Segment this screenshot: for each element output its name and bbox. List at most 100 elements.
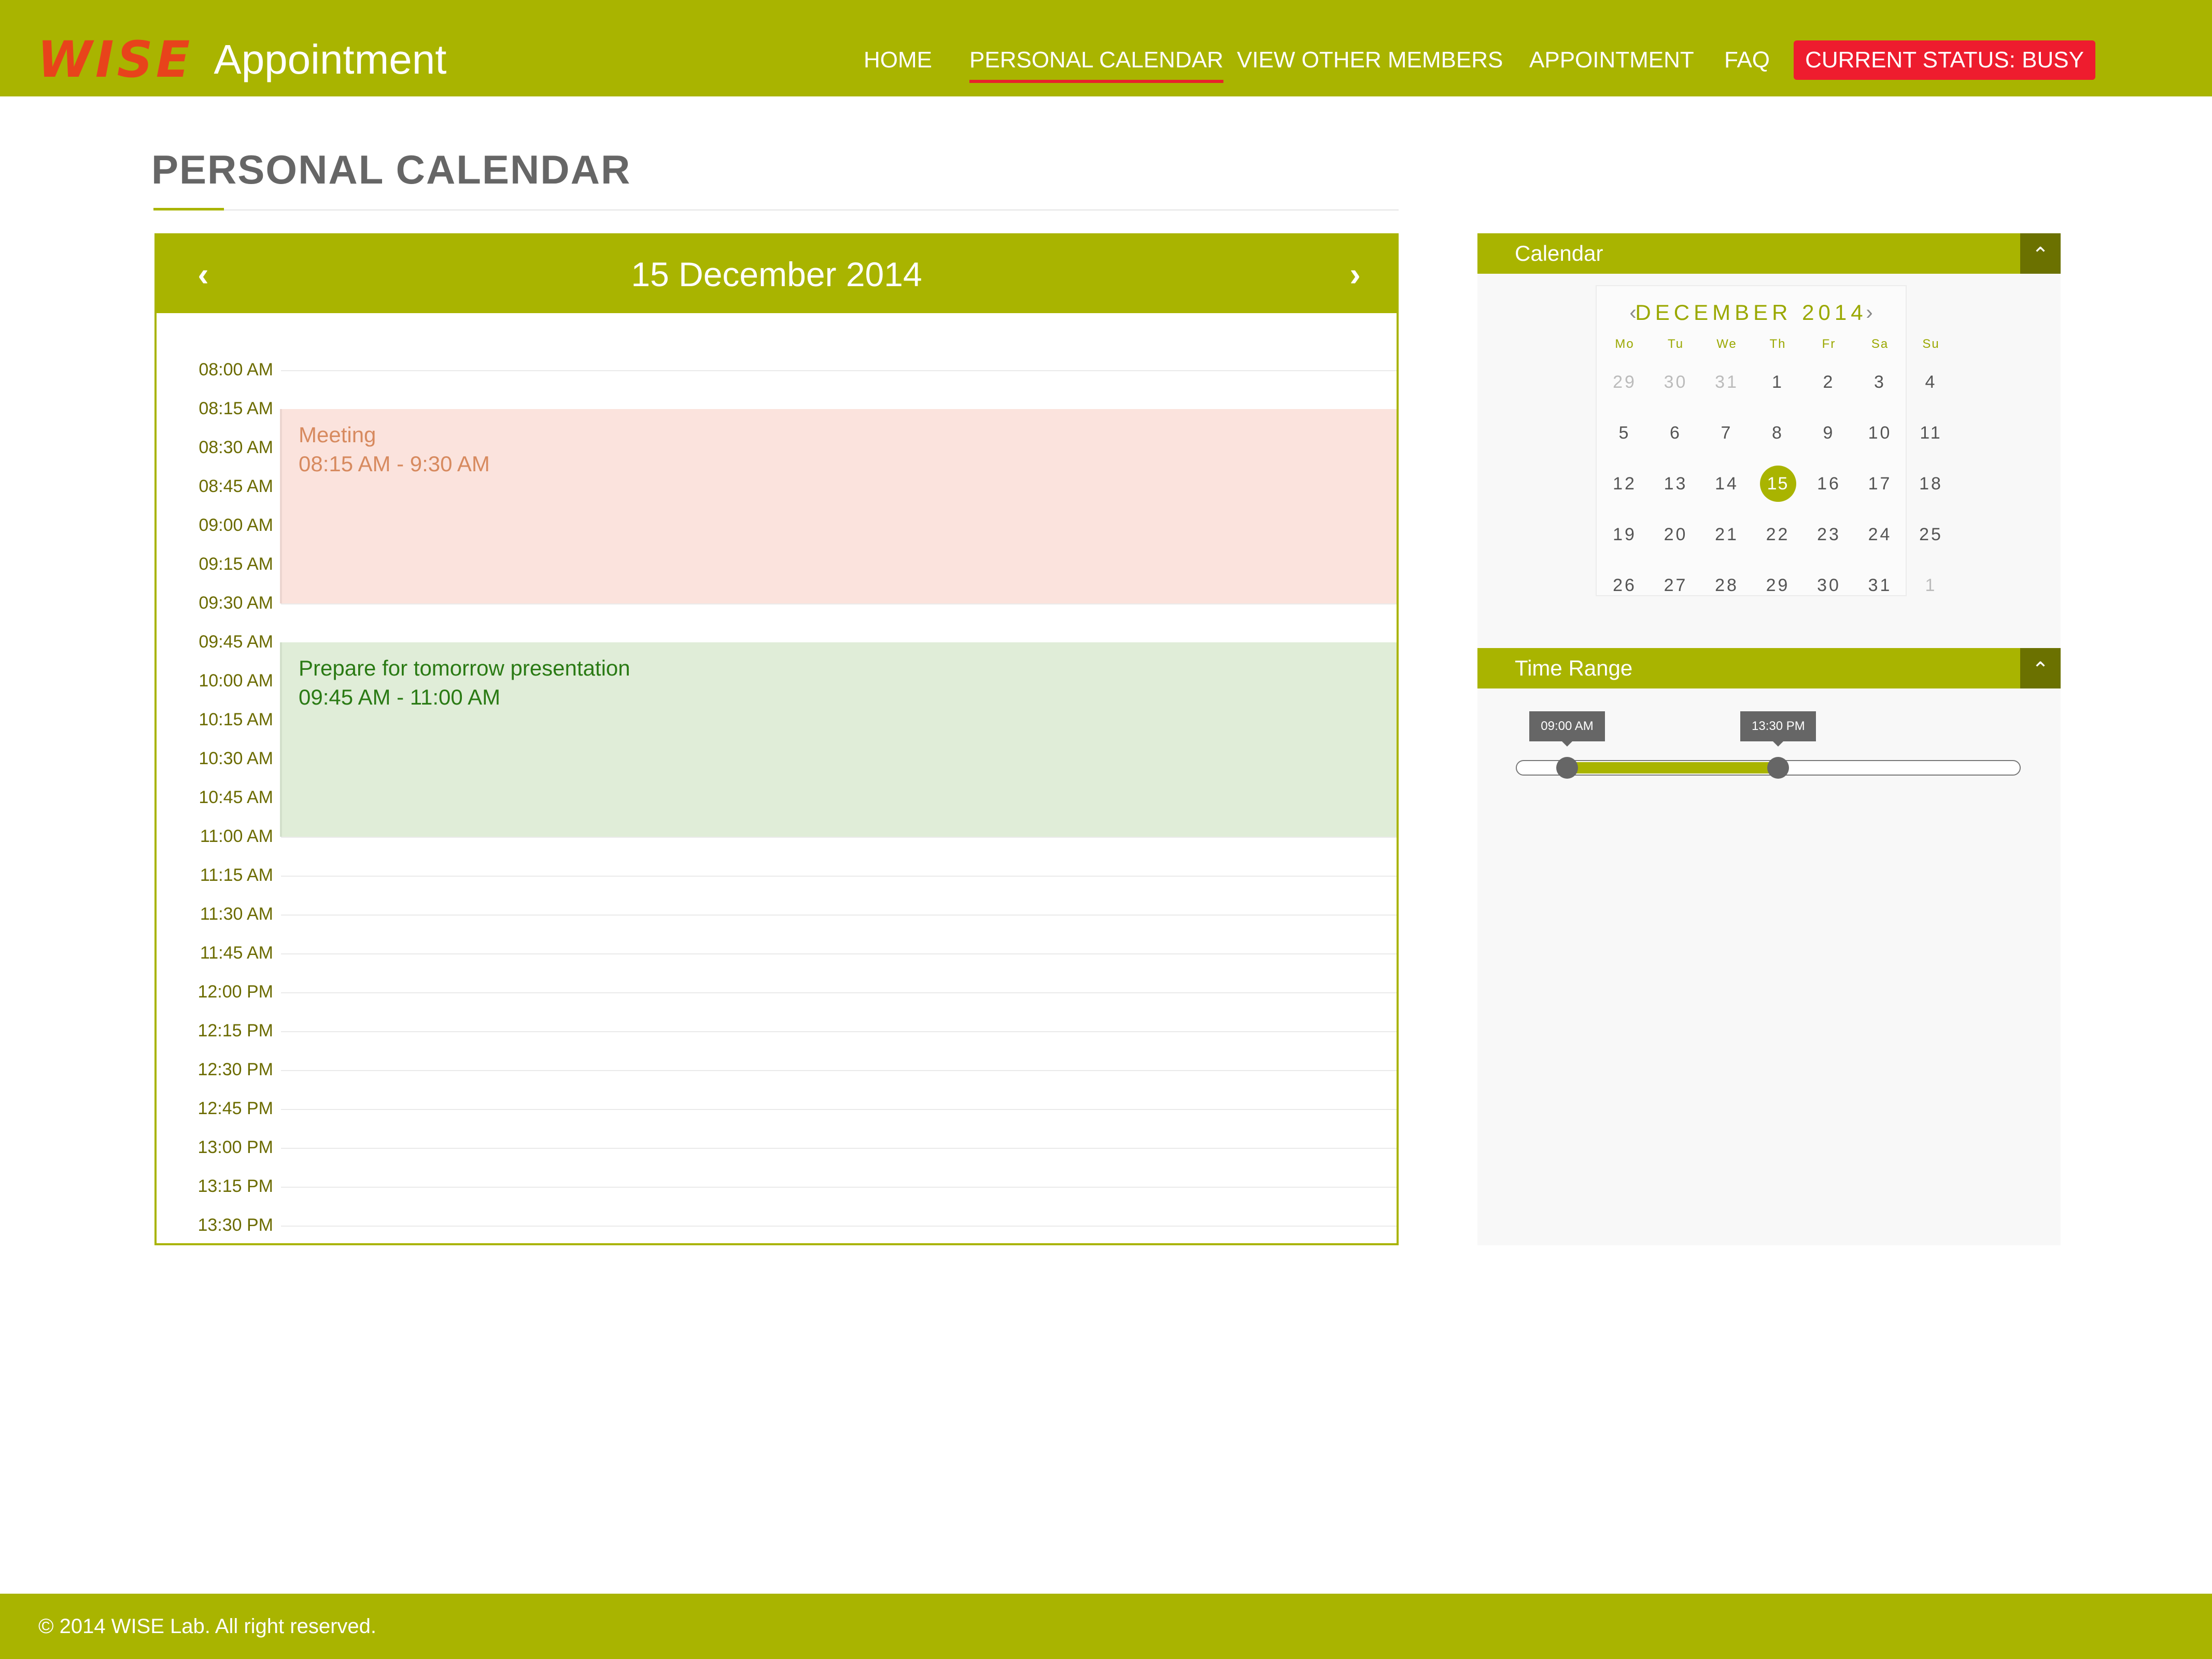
time-slot-line[interactable] [281,876,1397,877]
time-slot-line[interactable] [281,370,1397,371]
calendar-day[interactable]: 8 [1753,415,1804,451]
time-range-slider[interactable]: 09:00 AM 13:30 PM [1516,711,2021,779]
day-number: 17 [1868,474,1892,494]
calendar-day[interactable]: 1 [1753,364,1804,400]
calendar-day[interactable]: 14 [1701,466,1752,502]
time-slot-line[interactable] [281,1187,1397,1188]
title-divider [153,209,1399,210]
time-slot-line[interactable] [281,1148,1397,1149]
day-number: 6 [1670,423,1682,443]
calendar-day[interactable]: 9 [1804,415,1854,451]
calendar-day[interactable]: 10 [1855,415,1906,451]
day-number: 16 [1817,474,1841,494]
logo[interactable]: WISE Appointment [37,35,447,85]
time-slot-line[interactable] [281,1109,1397,1110]
range-end-handle[interactable]: 13:30 PM [1740,711,1816,779]
day-number: 18 [1919,474,1943,494]
collapse-calendar-icon[interactable]: ⌃ [2020,233,2061,274]
calendar-day[interactable]: 21 [1701,516,1752,553]
time-slot-label: 09:15 AM [199,554,273,574]
calendar-day[interactable]: 31 [1701,364,1752,400]
calendar-day[interactable]: 18 [1906,466,1956,502]
calendar-day[interactable]: 13 [1651,466,1701,502]
mini-next-month-icon[interactable]: › [1854,294,1885,331]
time-slot-label: 08:15 AM [199,399,273,418]
day-number: 27 [1664,575,1688,595]
time-slot-line[interactable] [281,837,1397,838]
time-slot-line[interactable] [281,1031,1397,1032]
calendar-day[interactable]: 24 [1855,516,1906,553]
time-slot-line[interactable] [281,1226,1397,1227]
day-date: 15 December 2014 [631,255,922,293]
nav-personal-calendar[interactable]: PERSONAL CALENDAR [969,41,1223,83]
mini-calendar: ‹ DECEMBER 2014 › Mo Tu We Th Fr Sa Su 29 30 31 1 2… [1596,285,1941,596]
calendar-day[interactable]: 5 [1599,415,1650,451]
nav-faq[interactable]: FAQ [1724,41,1770,79]
calendar-day[interactable]: 19 [1599,516,1650,553]
collapse-time-range-icon[interactable]: ⌃ [2020,648,2061,688]
calendar-day[interactable]: 16 [1804,466,1854,502]
time-slot-line[interactable] [281,1070,1397,1071]
day-number: 3 [1874,372,1886,392]
calendar-day[interactable]: 3 [1855,364,1906,400]
range-start-handle[interactable]: 09:00 AM [1529,711,1605,779]
time-range-panel-title: Time Range [1515,656,1633,680]
time-slot-label: 13:30 PM [198,1215,273,1235]
day-number: 14 [1715,474,1739,494]
time-slot-line[interactable] [281,915,1397,916]
time-slot-label: 10:00 AM [199,671,273,691]
calendar-day[interactable]: 20 [1651,516,1701,553]
time-slot-label: 12:45 PM [198,1099,273,1118]
day-number: 31 [1868,575,1892,595]
time-slot-label: 11:45 AM [200,943,273,963]
calendar-day[interactable]: 7 [1701,415,1752,451]
calendar-event[interactable]: Prepare for tomorrow presentation 09:45 A… [280,642,1397,837]
day-number: 5 [1618,423,1631,443]
day-number: 1 [1925,575,1937,595]
time-slot-label: 12:30 PM [198,1060,273,1079]
time-slot-label: 10:30 AM [199,749,273,768]
calendar-day[interactable]: 22 [1753,516,1804,553]
nav-home[interactable]: HOME [864,41,932,79]
calendar-panel-header: Calendar ⌃ [1477,233,2061,274]
calendar-day[interactable]: 30 [1651,364,1701,400]
calendar-day[interactable]: 26 [1599,567,1650,603]
time-slot-line[interactable] [281,992,1397,993]
calendar-panel-title: Calendar [1515,241,1603,265]
time-slot-line[interactable] [281,603,1397,604]
next-day-icon[interactable]: › [1334,235,1376,313]
calendar-day[interactable]: 27 [1651,567,1701,603]
day-number: 29 [1766,575,1790,595]
day-number: 15 [1759,466,1796,502]
calendar-day[interactable]: 1 [1906,567,1956,603]
calendar-day[interactable]: 30 [1804,567,1854,603]
calendar-day[interactable]: 11 [1906,415,1956,451]
nav-view-other-members[interactable]: VIEW OTHER MEMBERS [1237,41,1503,79]
calendar-day[interactable]: 12 [1599,466,1650,502]
calendar-day[interactable]: 2 [1804,364,1854,400]
weekday-label: Fr [1822,337,1836,351]
time-slot-label: 11:15 AM [200,865,273,885]
calendar-day[interactable]: 28 [1701,567,1752,603]
calendar-day[interactable]: 29 [1599,364,1650,400]
calendar-event[interactable]: Meeting 08:15 AM - 9:30 AM [280,409,1397,603]
weekday-label: Th [1769,337,1786,351]
calendar-day[interactable]: 17 [1855,466,1906,502]
calendar-day[interactable]: 4 [1906,364,1956,400]
time-slot-line[interactable] [281,953,1397,954]
selected-day[interactable]: 15 [1753,466,1804,502]
current-status-button[interactable]: CURRENT STATUS: BUSY [1794,40,2095,80]
day-number: 30 [1664,372,1688,392]
time-slot-label: 08:30 AM [199,438,273,457]
event-title: Prepare for tomorrow presentation [299,656,630,680]
weekday-label: Sa [1871,337,1889,351]
nav-appointment[interactable]: APPOINTMENT [1529,41,1694,79]
day-header: ‹ 15 December 2014 › [157,235,1397,313]
calendar-day[interactable]: 31 [1855,567,1906,603]
calendar-day[interactable]: 23 [1804,516,1854,553]
day-number: 10 [1868,423,1892,443]
calendar-day[interactable]: 6 [1651,415,1701,451]
time-range-panel-header: Time Range ⌃ [1477,648,2061,688]
calendar-day[interactable]: 25 [1906,516,1956,553]
calendar-day[interactable]: 29 [1753,567,1804,603]
